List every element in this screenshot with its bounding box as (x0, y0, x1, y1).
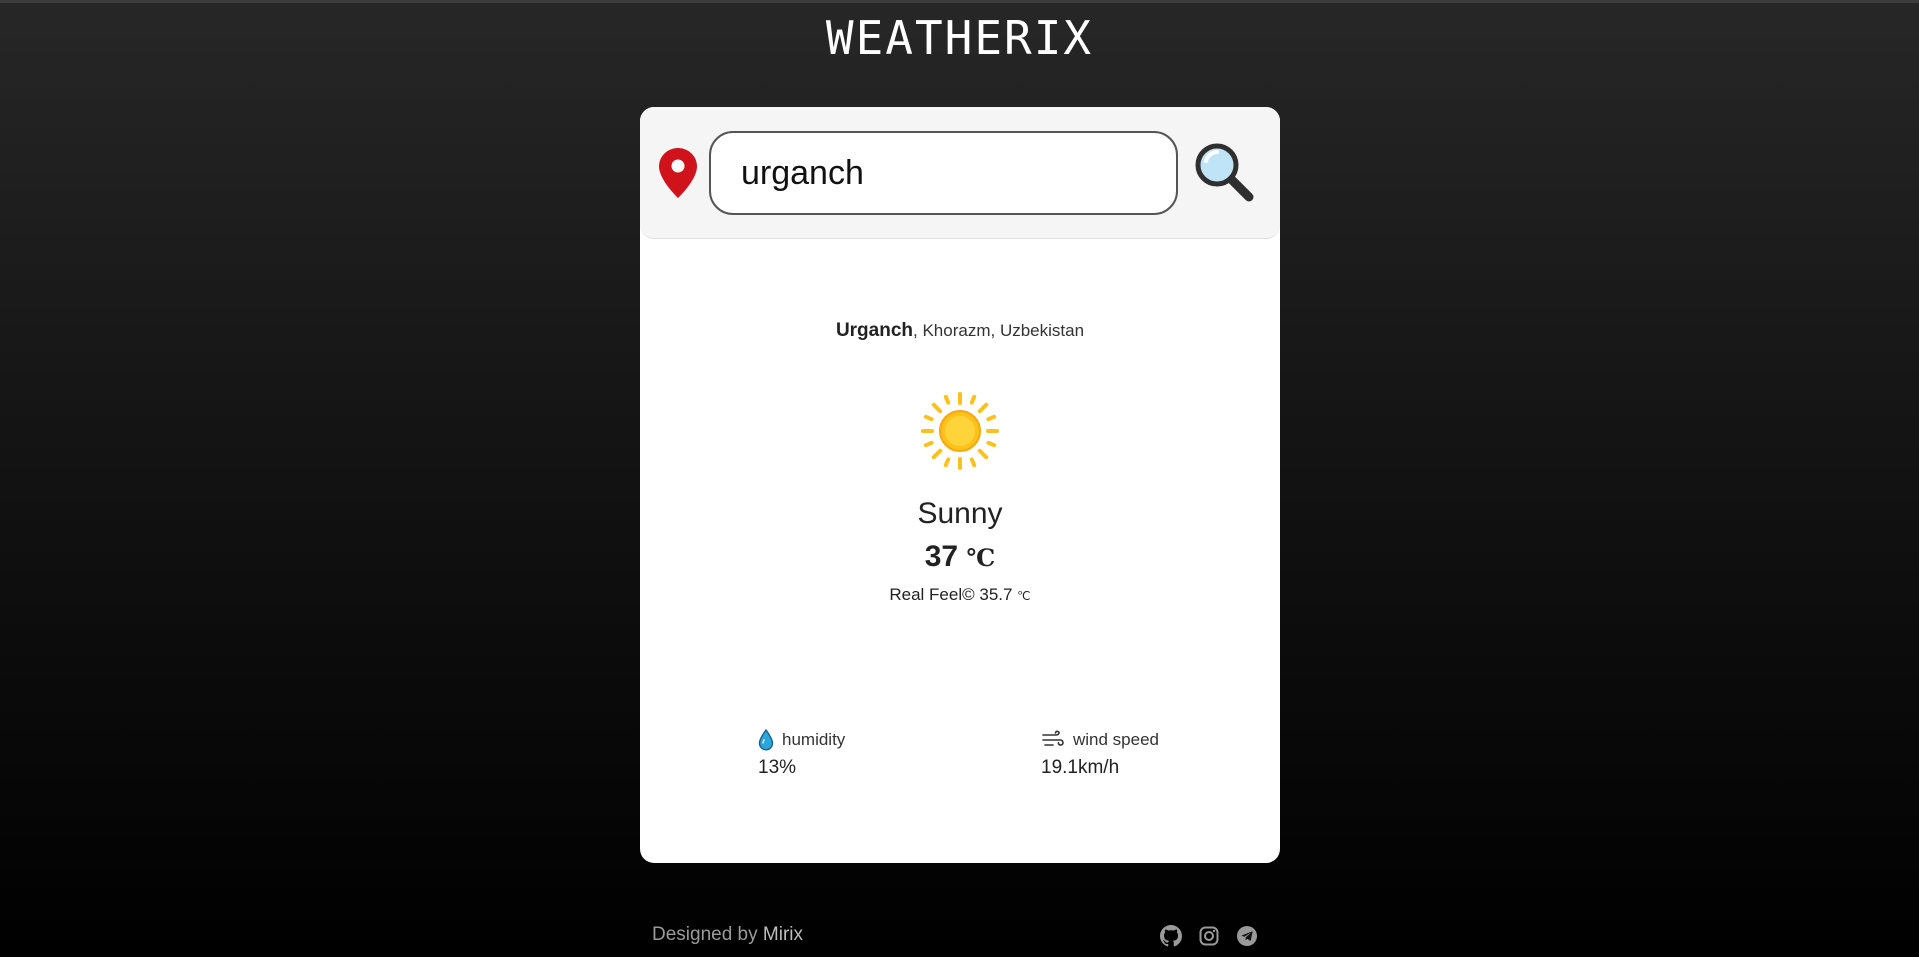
author-link[interactable]: Mirix (763, 924, 803, 945)
wind-speed-label: wind speed (1073, 730, 1160, 749)
real-feel-label: Real Feel© (889, 585, 980, 604)
search-bar (640, 107, 1280, 239)
city-name: Urganch (835, 320, 914, 341)
temperature: 37 ℃ (640, 540, 1280, 574)
magnifier-icon (1193, 143, 1255, 206)
droplet-icon (758, 729, 774, 751)
temperature-value: 37 (924, 540, 959, 573)
wind-icon (1042, 730, 1064, 746)
real-feel-unit: ℃ (1017, 589, 1031, 603)
weather-condition: Sunny (917, 497, 1003, 530)
humidity-value: 13% (758, 757, 797, 778)
real-feel-value: 35.7 (979, 585, 1018, 604)
real-feel: Real Feel© 35.7 ℃ (640, 585, 1280, 605)
footer-credit: Designed by Mirix (652, 924, 803, 946)
region-name: , Khorazm, (913, 321, 1000, 340)
credit-text: Designed by (652, 924, 763, 945)
weather-card: Urganch, Khorazm, Uzbekistan (640, 107, 1280, 863)
location-label: Urganch, Khorazm, Uzbekistan (640, 320, 1280, 342)
city-search-input[interactable] (709, 131, 1178, 215)
humidity-label: humidity (782, 730, 846, 749)
sun-icon (921, 392, 999, 470)
country-name: Uzbekistan (999, 321, 1085, 340)
temperature-unit: ℃ (966, 543, 996, 572)
humidity-stat: humidity 13% (758, 727, 845, 779)
github-icon[interactable] (1160, 925, 1182, 947)
app-title: WEATHERIX (825, 11, 1094, 65)
wind-speed-stat: wind speed 19.1km/h (1041, 727, 1159, 779)
wind-speed-value: 19.1km/h (1041, 757, 1120, 778)
instagram-icon[interactable] (1198, 925, 1220, 947)
search-button[interactable] (1191, 141, 1257, 203)
telegram-icon[interactable] (1236, 925, 1258, 947)
location-pin-icon (658, 147, 698, 199)
